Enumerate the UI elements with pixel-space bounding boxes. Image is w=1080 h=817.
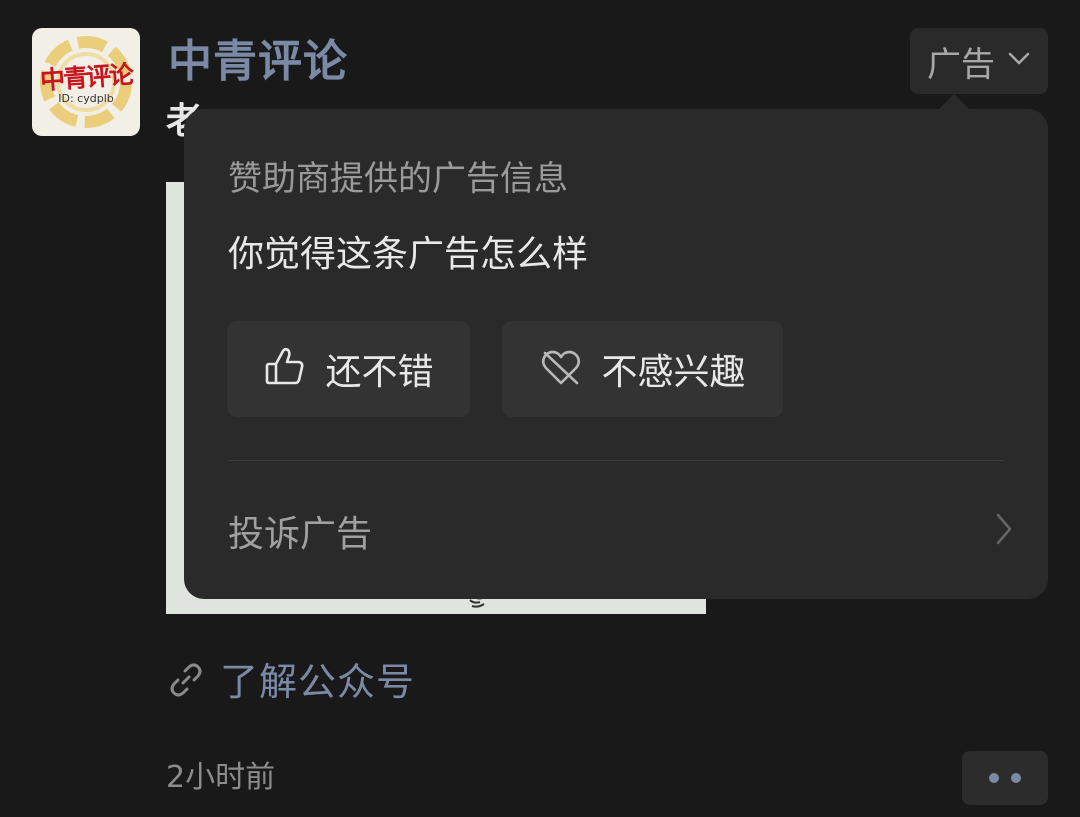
post-timestamp: 2小时前 xyxy=(166,760,276,795)
popup-divider xyxy=(228,460,1004,461)
more-dots-icon xyxy=(1011,773,1021,783)
logo-text: 中青评论 xyxy=(39,59,134,96)
ad-feedback-popup: 赞助商提供的广告信息 你觉得这条广告怎么样 还不错 不感兴趣 投诉广告 xyxy=(184,109,1048,599)
account-avatar[interactable]: 中青评论 ID: cydplb xyxy=(32,28,140,136)
report-ad-row[interactable]: 投诉广告 xyxy=(228,493,1014,569)
learn-account-link[interactable]: 了解公众号 xyxy=(168,654,415,710)
more-dots-icon xyxy=(989,773,999,783)
ad-tag-label: 广告 xyxy=(927,44,995,85)
thumbs-up-icon xyxy=(263,345,307,393)
popup-pointer xyxy=(938,94,970,110)
like-ad-label: 还不错 xyxy=(325,352,434,393)
like-ad-button[interactable]: 还不错 xyxy=(227,321,470,417)
popup-question: 你觉得这条广告怎么样 xyxy=(228,234,589,275)
report-ad-label: 投诉广告 xyxy=(228,514,373,555)
logo-id: ID: cydplb xyxy=(58,92,114,105)
ad-tag-button[interactable]: 广告 xyxy=(910,28,1048,94)
more-button[interactable] xyxy=(962,751,1048,805)
chevron-down-icon xyxy=(1007,51,1031,71)
chevron-right-icon xyxy=(994,512,1014,550)
link-icon xyxy=(168,662,204,702)
popup-title: 赞助商提供的广告信息 xyxy=(228,159,568,199)
learn-account-label: 了解公众号 xyxy=(220,660,416,704)
heart-crossed-icon xyxy=(539,345,583,393)
ad-post-page: 中青评论 ID: cydplb 中青评论 老 广告 赞助商提供的广告信息 你觉得… xyxy=(0,0,1080,817)
account-name[interactable]: 中青评论 xyxy=(168,36,348,88)
not-interested-label: 不感兴趣 xyxy=(601,352,746,393)
not-interested-button[interactable]: 不感兴趣 xyxy=(502,321,783,417)
